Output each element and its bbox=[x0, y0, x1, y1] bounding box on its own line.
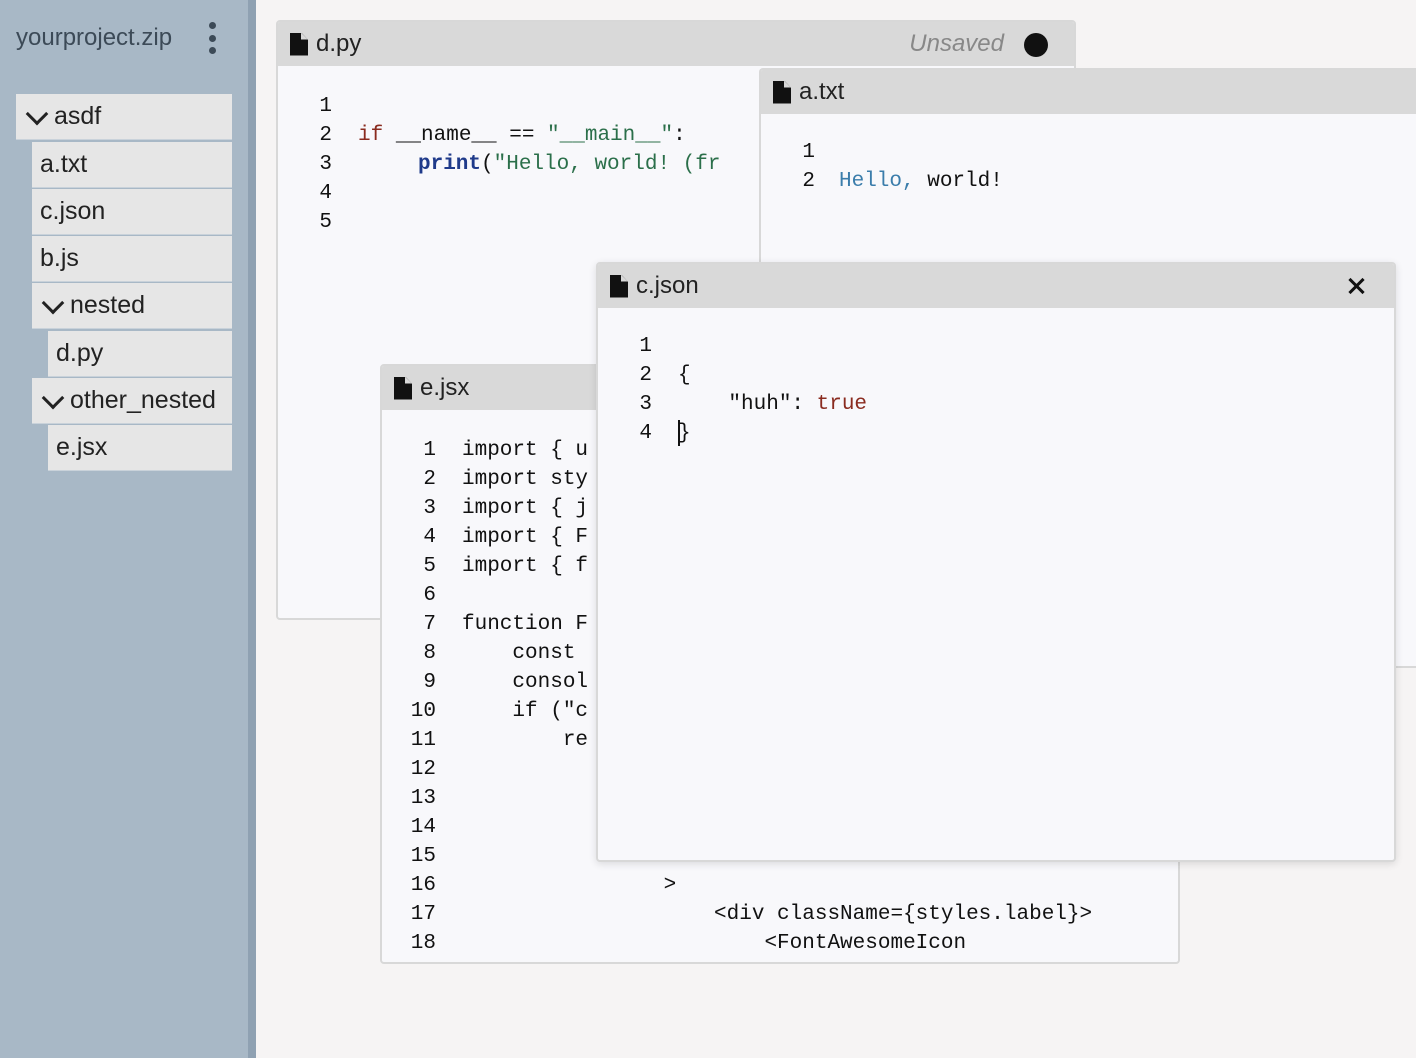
line-number: 13 bbox=[410, 787, 436, 810]
tree-item-label: e.jsx bbox=[56, 433, 108, 461]
tree-item-label: c.json bbox=[40, 197, 106, 225]
kebab-icon[interactable] bbox=[206, 22, 218, 54]
line-number: 4 bbox=[639, 422, 652, 445]
close-icon[interactable] bbox=[1342, 272, 1370, 300]
line-number: 4 bbox=[319, 182, 332, 205]
code-line-row: 18 <FontAwesomeIcon bbox=[382, 929, 1178, 958]
window-title-bar[interactable]: d.py Unsaved bbox=[278, 22, 1074, 66]
code-line-row: 16 > bbox=[382, 871, 1178, 900]
line-number: 5 bbox=[423, 555, 436, 578]
window-title-bar[interactable]: c.json bbox=[598, 264, 1394, 308]
tree-folder-other-nested[interactable]: other_nested bbox=[32, 378, 232, 424]
line-number: 7 bbox=[423, 613, 436, 636]
code-line: import { f bbox=[462, 555, 589, 578]
chevron-down-icon bbox=[24, 104, 50, 130]
line-number: 2 bbox=[423, 468, 436, 491]
tree-file-c-json[interactable]: c.json bbox=[32, 189, 232, 235]
tree-file-e-jsx[interactable]: e.jsx bbox=[48, 425, 232, 471]
chevron-down-icon bbox=[40, 388, 66, 414]
line-number: 15 bbox=[410, 845, 436, 868]
line-number: 3 bbox=[319, 153, 332, 176]
line-number: 14 bbox=[410, 816, 436, 839]
line-number: 18 bbox=[410, 932, 436, 955]
code-line: function F bbox=[462, 613, 589, 636]
line-number: 6 bbox=[423, 584, 436, 607]
window-title: a.txt bbox=[799, 78, 845, 105]
code-line: re bbox=[462, 729, 589, 752]
code-line-row: 17 <div className={styles.label}> bbox=[382, 900, 1178, 929]
tree-file-d-py[interactable]: d.py bbox=[48, 331, 232, 377]
code-area[interactable]: 1 Hello, world! 2 bbox=[761, 138, 1416, 196]
line-number: 3 bbox=[639, 393, 652, 416]
line-number: 1 bbox=[639, 335, 652, 358]
code-line: const bbox=[462, 642, 589, 665]
file-icon bbox=[394, 376, 412, 400]
line-number: 12 bbox=[410, 758, 436, 781]
file-icon bbox=[610, 274, 628, 298]
line-number: 1 bbox=[802, 141, 815, 164]
unsaved-dot-icon bbox=[1024, 33, 1048, 57]
line-number: 5 bbox=[319, 211, 332, 234]
code-line: import { j bbox=[462, 497, 589, 520]
line-number: 10 bbox=[410, 700, 436, 723]
editor-window-c-json[interactable]: c.json 1 { 2 "huh": true 3 } 4 bbox=[596, 262, 1396, 862]
line-number: 1 bbox=[423, 439, 436, 462]
window-title: e.jsx bbox=[420, 374, 470, 401]
file-icon bbox=[290, 32, 308, 56]
tree-file-a-txt[interactable]: a.txt bbox=[32, 142, 232, 188]
code-line: import sty bbox=[462, 468, 589, 491]
text-cursor bbox=[678, 420, 680, 446]
code-area[interactable]: 1 { 2 "huh": true 3 } 4 bbox=[598, 332, 1394, 448]
code-line: if ("c bbox=[462, 700, 589, 723]
window-title-bar[interactable]: a.txt bbox=[761, 70, 1416, 114]
line-number: 9 bbox=[423, 671, 436, 694]
tree-item-label: asdf bbox=[54, 102, 102, 130]
project-name: yourproject.zip bbox=[16, 24, 173, 51]
window-title: c.json bbox=[636, 272, 699, 299]
tree-folder-nested[interactable]: nested bbox=[32, 283, 232, 329]
line-number: 4 bbox=[423, 526, 436, 549]
code-line: <div className={styles.label}> bbox=[462, 903, 1093, 926]
tree-item-label: a.txt bbox=[40, 150, 88, 178]
code-line: > bbox=[462, 874, 677, 897]
window-title: d.py bbox=[316, 30, 362, 57]
line-number: 2 bbox=[802, 170, 815, 193]
line-number: 11 bbox=[410, 729, 436, 752]
file-sidebar: yourproject.zip asdf a.txt c.json b.js n… bbox=[0, 0, 248, 1058]
line-number: 16 bbox=[410, 874, 436, 897]
code-line: import { F bbox=[462, 526, 589, 549]
code-line: import { u bbox=[462, 439, 589, 462]
line-number: 2 bbox=[319, 124, 332, 147]
tree-folder-asdf[interactable]: asdf bbox=[16, 94, 232, 140]
line-number: 17 bbox=[410, 903, 436, 926]
unsaved-label: Unsaved bbox=[909, 30, 1004, 57]
tree-item-label: other_nested bbox=[70, 386, 216, 414]
code-line: consol bbox=[462, 671, 589, 694]
tree-item-label: d.py bbox=[56, 339, 104, 367]
tree-item-label: nested bbox=[70, 291, 146, 319]
line-number: 8 bbox=[423, 642, 436, 665]
tree-item-label: b.js bbox=[40, 244, 79, 272]
line-number: 3 bbox=[423, 497, 436, 520]
tree-file-b-js[interactable]: b.js bbox=[32, 236, 232, 282]
line-number: 1 bbox=[319, 95, 332, 118]
line-number: 2 bbox=[639, 364, 652, 387]
file-icon bbox=[773, 80, 791, 104]
code-line: <FontAwesomeIcon bbox=[462, 932, 967, 955]
sidebar-resize-handle[interactable] bbox=[248, 0, 256, 1058]
chevron-down-icon bbox=[40, 293, 66, 319]
